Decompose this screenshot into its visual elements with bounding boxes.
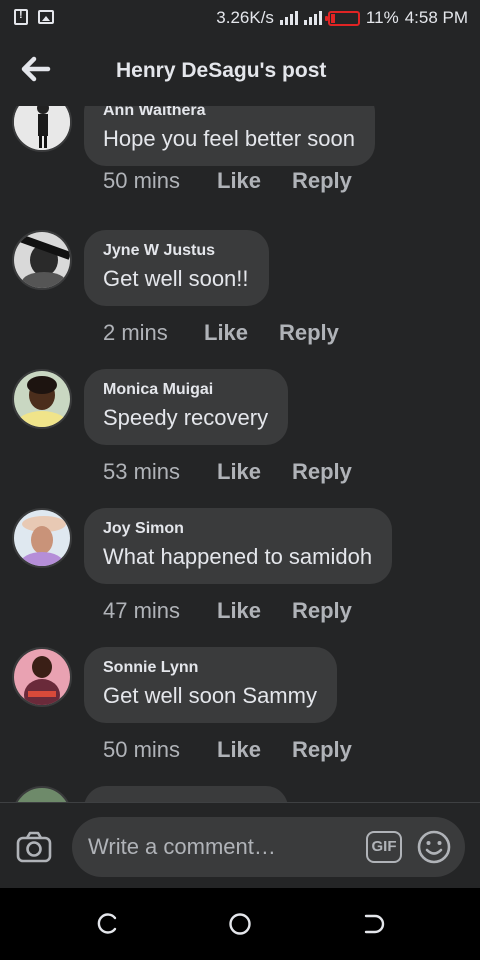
avatar[interactable] (12, 369, 72, 429)
camera-icon (16, 831, 52, 863)
reply-button[interactable]: Reply (292, 168, 352, 194)
comment-placeholder: Write a comment… (88, 834, 276, 859)
system-nav-bar (0, 888, 480, 960)
comment-text: What happened to samidoh (103, 544, 373, 569)
like-button[interactable]: Like (217, 598, 292, 624)
avatar[interactable] (12, 230, 72, 290)
comment-time: 47 mins (103, 598, 181, 623)
arrow-left-icon (21, 56, 51, 82)
image-notification-icon (38, 10, 54, 24)
back-nav-icon (364, 914, 385, 934)
like-button[interactable]: Like (217, 168, 292, 194)
comment-bubble[interactable]: Jyne W Justus Get well soon!! (84, 230, 269, 306)
comment-time: 53 mins (103, 459, 181, 484)
comment-text: Speedy recovery (103, 405, 269, 430)
comment-author[interactable]: Ann Waithera (103, 106, 355, 120)
home-button[interactable] (228, 912, 252, 936)
comment-bubble[interactable]: Sonnie Lynn Get well soon Sammy (84, 647, 337, 723)
gif-button[interactable]: GIF (366, 831, 402, 863)
status-bar: 3.26K/s 11% 4:58 PM (0, 0, 480, 36)
like-button[interactable]: Like (217, 737, 292, 763)
alert-notification-icon (14, 9, 28, 25)
network-speed: 3.26K/s (216, 8, 274, 27)
comment-text: Hope you feel better soon (103, 126, 355, 151)
comment-author[interactable]: Joy Simon (103, 520, 372, 538)
comment-time: 50 mins (103, 168, 181, 193)
reply-button[interactable]: Reply (292, 598, 352, 624)
avatar[interactable] (12, 106, 72, 152)
comment-composer: Write a comment… GIF (0, 802, 480, 888)
comment-text: Get well soon Sammy (103, 683, 317, 708)
comment-list: Ann Waithera Hope you feel better soon 5… (0, 106, 480, 802)
comment-time: 2 mins (103, 320, 168, 345)
comment-input[interactable]: Write a comment… GIF (72, 817, 465, 877)
page-title: Henry DeSagu's post (116, 59, 327, 82)
camera-button[interactable] (16, 831, 52, 863)
signal-icon-2 (303, 11, 322, 25)
comment-bubble[interactable]: Joy Simon What happened to samidoh (84, 508, 393, 584)
emoji-button[interactable] (417, 830, 451, 864)
recent-apps-icon (97, 913, 117, 934)
avatar[interactable] (12, 508, 72, 568)
recent-apps-button[interactable] (95, 912, 119, 936)
signal-icon (279, 11, 298, 25)
reply-button[interactable]: Reply (292, 737, 352, 763)
emoji-icon (417, 830, 451, 864)
comment-bubble[interactable] (84, 786, 288, 802)
comment-author[interactable]: Jyne W Justus (103, 242, 249, 260)
like-button[interactable]: Like (204, 320, 279, 346)
battery-percent: 11% (365, 8, 399, 27)
reply-button[interactable]: Reply (279, 320, 339, 346)
avatar[interactable] (12, 647, 72, 707)
clock: 4:58 PM (404, 8, 468, 27)
post-header: Henry DeSagu's post (0, 36, 480, 106)
comment-time: 50 mins (103, 737, 181, 762)
like-button[interactable]: Like (217, 459, 292, 485)
battery-icon (324, 10, 360, 26)
comment-text: Get well soon!! (103, 266, 249, 291)
back-button[interactable] (20, 54, 54, 84)
home-icon (229, 913, 251, 935)
reply-button[interactable]: Reply (292, 459, 352, 485)
comment-author[interactable]: Monica Muigai (103, 381, 268, 399)
comment-bubble[interactable]: Monica Muigai Speedy recovery (84, 369, 289, 445)
avatar[interactable] (12, 786, 72, 802)
back-nav-button[interactable] (361, 912, 385, 936)
comment-author[interactable]: Sonnie Lynn (103, 659, 317, 677)
comment-bubble[interactable]: Ann Waithera Hope you feel better soon (84, 106, 375, 166)
